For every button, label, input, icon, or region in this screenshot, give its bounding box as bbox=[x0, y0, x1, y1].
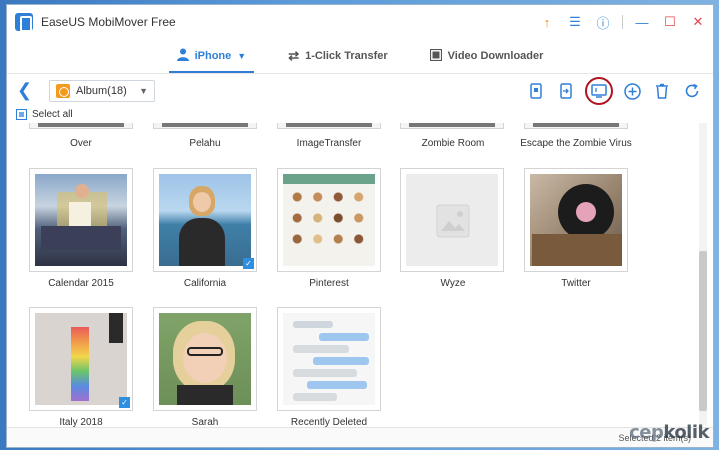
app-logo-icon bbox=[15, 13, 33, 32]
album-thumb-wyze[interactable] bbox=[400, 168, 504, 272]
video-icon bbox=[429, 48, 442, 64]
album-dropdown-value: Album(18) bbox=[76, 84, 127, 97]
album-thumb-sarah[interactable] bbox=[153, 307, 257, 411]
album-label: Wyze bbox=[440, 278, 466, 289]
album-thumb-california[interactable]: ✓ bbox=[153, 168, 257, 272]
help-icon[interactable]: ⓘ bbox=[594, 13, 612, 31]
album-label: Calendar 2015 bbox=[48, 278, 114, 289]
watermark-part1: cep bbox=[629, 422, 664, 443]
to-phone-icon[interactable] bbox=[525, 80, 547, 102]
album-dropdown[interactable]: Album(18) ▼ bbox=[49, 79, 155, 102]
tab-video-downloader[interactable]: Video Downloader bbox=[422, 39, 552, 73]
select-all-label: Select all bbox=[32, 109, 73, 120]
album-photo bbox=[530, 174, 622, 266]
select-all-checkbox[interactable] bbox=[16, 109, 27, 120]
to-computer-icon[interactable] bbox=[555, 80, 577, 102]
album-label: Pinterest bbox=[309, 278, 349, 289]
app-window: EaseUS MobiMover Free ↑ ☰ ⓘ — ☐ ✕ iPhone… bbox=[6, 4, 714, 448]
album-label: Over bbox=[70, 138, 92, 149]
add-icon[interactable] bbox=[621, 80, 643, 102]
album-photo bbox=[35, 313, 127, 405]
upgrade-arrow-icon[interactable]: ↑ bbox=[538, 13, 556, 31]
album-label: Twitter bbox=[561, 278, 591, 289]
toolbar-actions bbox=[525, 74, 703, 108]
to-tv-icon[interactable] bbox=[585, 77, 613, 105]
selected-check-icon: ✓ bbox=[119, 397, 130, 408]
album-photo bbox=[283, 313, 375, 405]
album-thumb-over[interactable] bbox=[29, 123, 133, 129]
minimize-icon[interactable]: — bbox=[633, 13, 651, 31]
album-thumb-pinterest[interactable] bbox=[277, 168, 381, 272]
tab-iphone-label: iPhone bbox=[194, 50, 232, 62]
album-label: Escape the Zombie Virus bbox=[520, 138, 632, 149]
tab-one-click-transfer-label: 1-Click Transfer bbox=[305, 50, 388, 62]
toolbar: ❮ Album(18) ▼ bbox=[7, 73, 713, 107]
album-photo bbox=[35, 174, 127, 266]
vertical-scrollbar[interactable] bbox=[699, 123, 707, 425]
album-label: California bbox=[183, 278, 227, 289]
album-photo bbox=[159, 174, 251, 266]
photos-app-icon bbox=[56, 83, 70, 98]
album-photo bbox=[283, 174, 375, 266]
title-bar: EaseUS MobiMover Free ↑ ☰ ⓘ — ☐ ✕ bbox=[7, 5, 713, 39]
album-label: ImageTransfer bbox=[296, 138, 362, 149]
album-thumb-zombie-room[interactable] bbox=[400, 123, 504, 129]
tab-video-downloader-label: Video Downloader bbox=[447, 50, 544, 62]
chevron-down-icon: ▼ bbox=[139, 85, 148, 96]
album-thumb-imagetransfer[interactable] bbox=[277, 123, 381, 129]
selected-check-icon: ✓ bbox=[243, 258, 254, 269]
album-thumb-pelahu[interactable] bbox=[153, 123, 257, 129]
person-icon bbox=[176, 48, 189, 64]
main-nav: iPhone ▼ ⇄ 1-Click Transfer Video Downlo… bbox=[7, 39, 713, 73]
maximize-icon[interactable]: ☐ bbox=[661, 13, 679, 31]
title-separator bbox=[622, 15, 623, 29]
watermark-logo: cepkolik bbox=[629, 422, 709, 443]
refresh-icon[interactable] bbox=[681, 80, 703, 102]
transfer-arrows-icon: ⇄ bbox=[288, 48, 300, 63]
scrollbar-thumb[interactable] bbox=[699, 251, 707, 411]
select-all[interactable]: Select all bbox=[16, 109, 73, 120]
album-thumb-italy-2018[interactable]: ✓ bbox=[29, 307, 133, 411]
title-actions: ↑ ☰ ⓘ — ☐ ✕ bbox=[538, 5, 707, 39]
back-arrow-icon[interactable]: ❮ bbox=[17, 80, 37, 101]
app-title: EaseUS MobiMover Free bbox=[41, 15, 176, 29]
chevron-down-icon: ▼ bbox=[237, 51, 247, 61]
status-bar: Selected 2 item(s) bbox=[7, 427, 713, 447]
album-thumb-escape-zombie[interactable] bbox=[524, 123, 628, 129]
album-label: Pelahu bbox=[189, 138, 221, 149]
watermark-part2: kolik bbox=[663, 422, 709, 443]
album-thumb-calendar-2015[interactable] bbox=[29, 168, 133, 272]
image-placeholder-icon bbox=[436, 204, 470, 238]
album-thumb-recently-deleted[interactable] bbox=[277, 307, 381, 411]
menu-icon[interactable]: ☰ bbox=[566, 13, 584, 31]
album-grid: Over Pelahu ImageTransfer Zombie Room Es… bbox=[7, 123, 695, 429]
album-thumb-twitter[interactable] bbox=[524, 168, 628, 272]
tab-iphone[interactable]: iPhone ▼ bbox=[168, 39, 255, 73]
tab-one-click-transfer[interactable]: ⇄ 1-Click Transfer bbox=[280, 39, 395, 73]
album-photo bbox=[159, 313, 251, 405]
album-placeholder bbox=[406, 174, 498, 266]
album-label: Zombie Room bbox=[421, 138, 485, 149]
trash-icon[interactable] bbox=[651, 80, 673, 102]
close-icon[interactable]: ✕ bbox=[689, 13, 707, 31]
